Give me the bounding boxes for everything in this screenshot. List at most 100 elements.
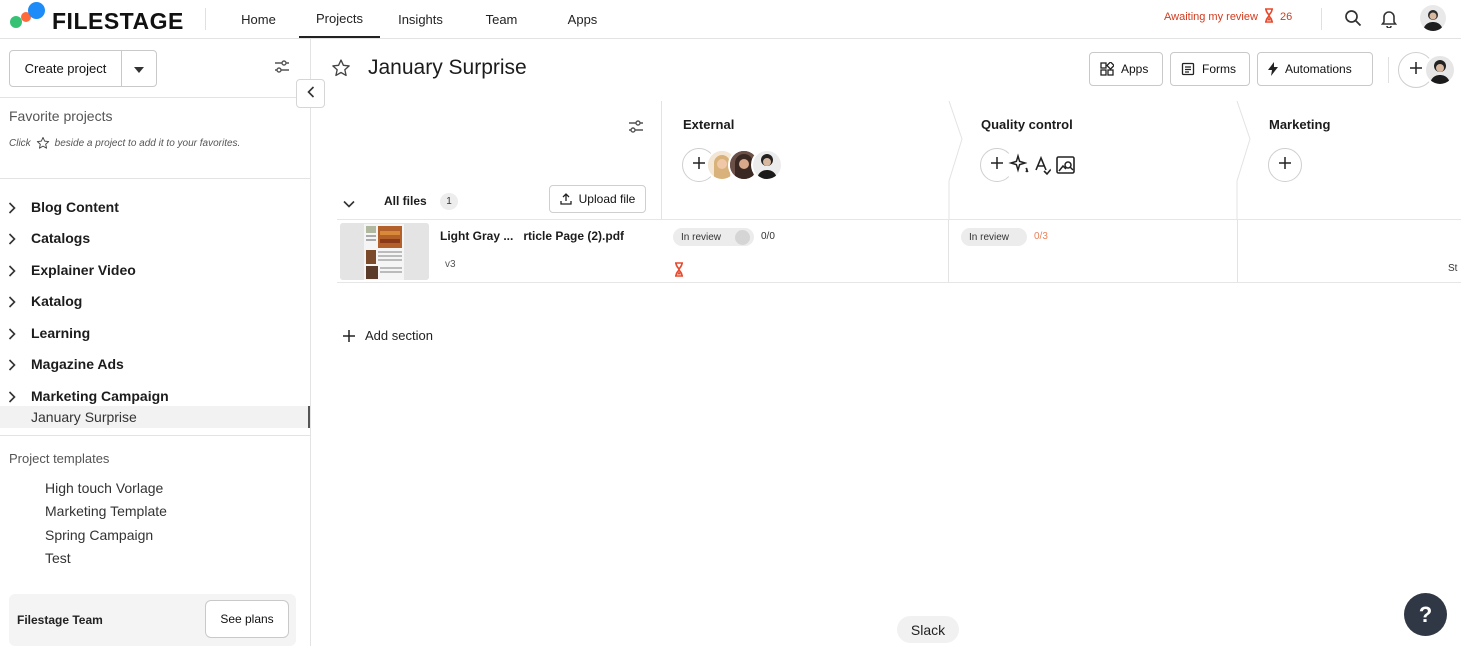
template-item[interactable]: Test	[45, 550, 71, 566]
image-search-reviewer-icon[interactable]	[1050, 149, 1082, 181]
create-project-dropdown[interactable]	[122, 51, 156, 86]
favorites-hint-before: Click	[9, 137, 31, 149]
upload-file-button[interactable]: Upload file	[549, 185, 646, 213]
chevron-down-icon[interactable]	[343, 195, 357, 208]
forms-button[interactable]: Forms	[1170, 52, 1250, 86]
member-avatar[interactable]	[1424, 54, 1456, 86]
team-plan-box: Filestage Team See plans	[9, 594, 296, 646]
automations-button-label: Automations	[1285, 62, 1352, 76]
project-label: Catalogs	[31, 230, 91, 246]
reviewer-avatar[interactable]	[751, 149, 783, 181]
user-avatar[interactable]	[1420, 5, 1446, 31]
nav-home[interactable]: Home	[218, 0, 299, 38]
apps-grid-icon	[1100, 62, 1114, 76]
plus-icon	[1279, 156, 1291, 174]
favorite-star-icon[interactable]	[331, 58, 351, 78]
section-file-count: 1	[440, 193, 458, 210]
column-title-quality-control: Quality control	[981, 117, 1073, 132]
bell-icon[interactable]	[1378, 7, 1400, 29]
top-bar: FILESTAGE Home Projects Insights Team Ap…	[0, 0, 1461, 39]
qc-approval-ratio: 0/3	[1034, 231, 1048, 242]
chevron-right-icon	[8, 264, 18, 277]
search-icon[interactable]	[1342, 7, 1364, 29]
apps-button[interactable]: Apps	[1089, 52, 1163, 86]
column-divider	[1237, 220, 1238, 282]
add-section-button[interactable]: Add section	[343, 328, 433, 343]
create-project-split-button: Create project	[9, 50, 157, 87]
chevron-right-icon	[8, 327, 18, 340]
sidebar-project-katalog[interactable]: Katalog	[0, 289, 310, 313]
chevron-right-icon	[8, 201, 18, 214]
chevron-left-icon	[306, 85, 315, 103]
hourglass-icon	[1264, 7, 1274, 27]
project-members	[1398, 52, 1461, 88]
step-chevron	[948, 101, 963, 219]
slack-tooltip: Slack	[897, 616, 959, 643]
awaiting-review-link[interactable]: Awaiting my review 26	[1164, 7, 1292, 27]
project-label: Katalog	[31, 293, 83, 309]
plus-icon	[991, 156, 1003, 174]
automations-button[interactable]: Automations	[1257, 52, 1373, 86]
sidebar-project-blog-content[interactable]: Blog Content	[0, 195, 310, 219]
template-item[interactable]: High touch Vorlage	[45, 480, 163, 496]
file-name[interactable]: Light Gray ... rticle Page (2).pdf	[440, 229, 624, 243]
form-document-icon	[1181, 62, 1195, 76]
project-label: Magazine Ads	[31, 356, 124, 372]
team-name: Filestage Team	[17, 613, 103, 627]
see-plans-button[interactable]: See plans	[205, 600, 289, 638]
chevron-right-icon	[8, 390, 18, 403]
step-chevron	[1236, 101, 1251, 219]
template-item[interactable]: Marketing Template	[45, 503, 167, 519]
sidebar-divider	[0, 435, 310, 436]
sidebar-project-catalogs[interactable]: Catalogs	[0, 226, 310, 250]
sidebar: Create project Favorite projects Click b…	[0, 39, 311, 646]
logo-dot-blue	[28, 2, 45, 19]
sidebar-project-january-surprise[interactable]: January Surprise	[0, 406, 310, 428]
apps-button-label: Apps	[1121, 62, 1149, 76]
sidebar-divider	[0, 97, 310, 98]
truncated-status-text: St	[1448, 263, 1458, 274]
project-label: Explainer Video	[31, 262, 136, 278]
file-thumbnail[interactable]	[340, 223, 429, 280]
project-label: Blog Content	[31, 199, 119, 215]
star-icon	[36, 136, 50, 150]
chevron-right-icon	[8, 295, 18, 308]
qc-review-status[interactable]: In review	[961, 228, 1027, 246]
review-status-toggle[interactable]	[735, 230, 750, 245]
sidebar-project-learning[interactable]: Learning	[0, 321, 310, 345]
chevron-right-icon	[8, 358, 18, 371]
plus-icon	[1410, 61, 1422, 79]
filestage-logo[interactable]: FILESTAGE	[10, 2, 200, 36]
file-row[interactable]: Light Gray ... rticle Page (2).pdf v3 In…	[337, 219, 1461, 283]
section-title: All files	[384, 194, 427, 208]
sidebar-divider	[0, 178, 310, 179]
plus-icon	[693, 156, 705, 174]
nav-apps[interactable]: Apps	[542, 0, 623, 38]
sidebar-project-magazine-ads[interactable]: Magazine Ads	[0, 352, 310, 376]
caret-down-icon	[134, 60, 144, 78]
project-label: January Surprise	[31, 409, 137, 425]
sidebar-filter-icon[interactable]	[273, 58, 293, 78]
columns-filter-icon[interactable]	[627, 118, 645, 136]
nav-insights[interactable]: Insights	[380, 0, 461, 38]
header-divider	[1388, 57, 1389, 83]
help-button[interactable]: ?	[1404, 593, 1447, 636]
chevron-right-icon	[8, 232, 18, 245]
collapse-sidebar-button[interactable]	[296, 79, 325, 108]
template-item[interactable]: Spring Campaign	[45, 527, 153, 543]
sidebar-project-marketing-campaign[interactable]: Marketing Campaign	[0, 384, 310, 408]
page-title: January Surprise	[368, 56, 527, 79]
column-divider	[948, 220, 949, 282]
main-nav: Home Projects Insights Team Apps	[218, 0, 623, 39]
file-version[interactable]: v3	[445, 259, 456, 270]
column-title-external: External	[683, 117, 735, 132]
add-reviewer-button[interactable]	[1268, 148, 1302, 182]
external-approval-ratio: 0/0	[761, 231, 775, 242]
status-label: In review	[681, 231, 722, 243]
sidebar-project-explainer-video[interactable]: Explainer Video	[0, 258, 310, 282]
nav-team[interactable]: Team	[461, 0, 542, 38]
nav-projects[interactable]: Projects	[299, 0, 380, 38]
logo-wordmark: FILESTAGE	[52, 8, 184, 34]
upload-icon	[559, 193, 572, 205]
create-project-button[interactable]: Create project	[10, 51, 122, 86]
